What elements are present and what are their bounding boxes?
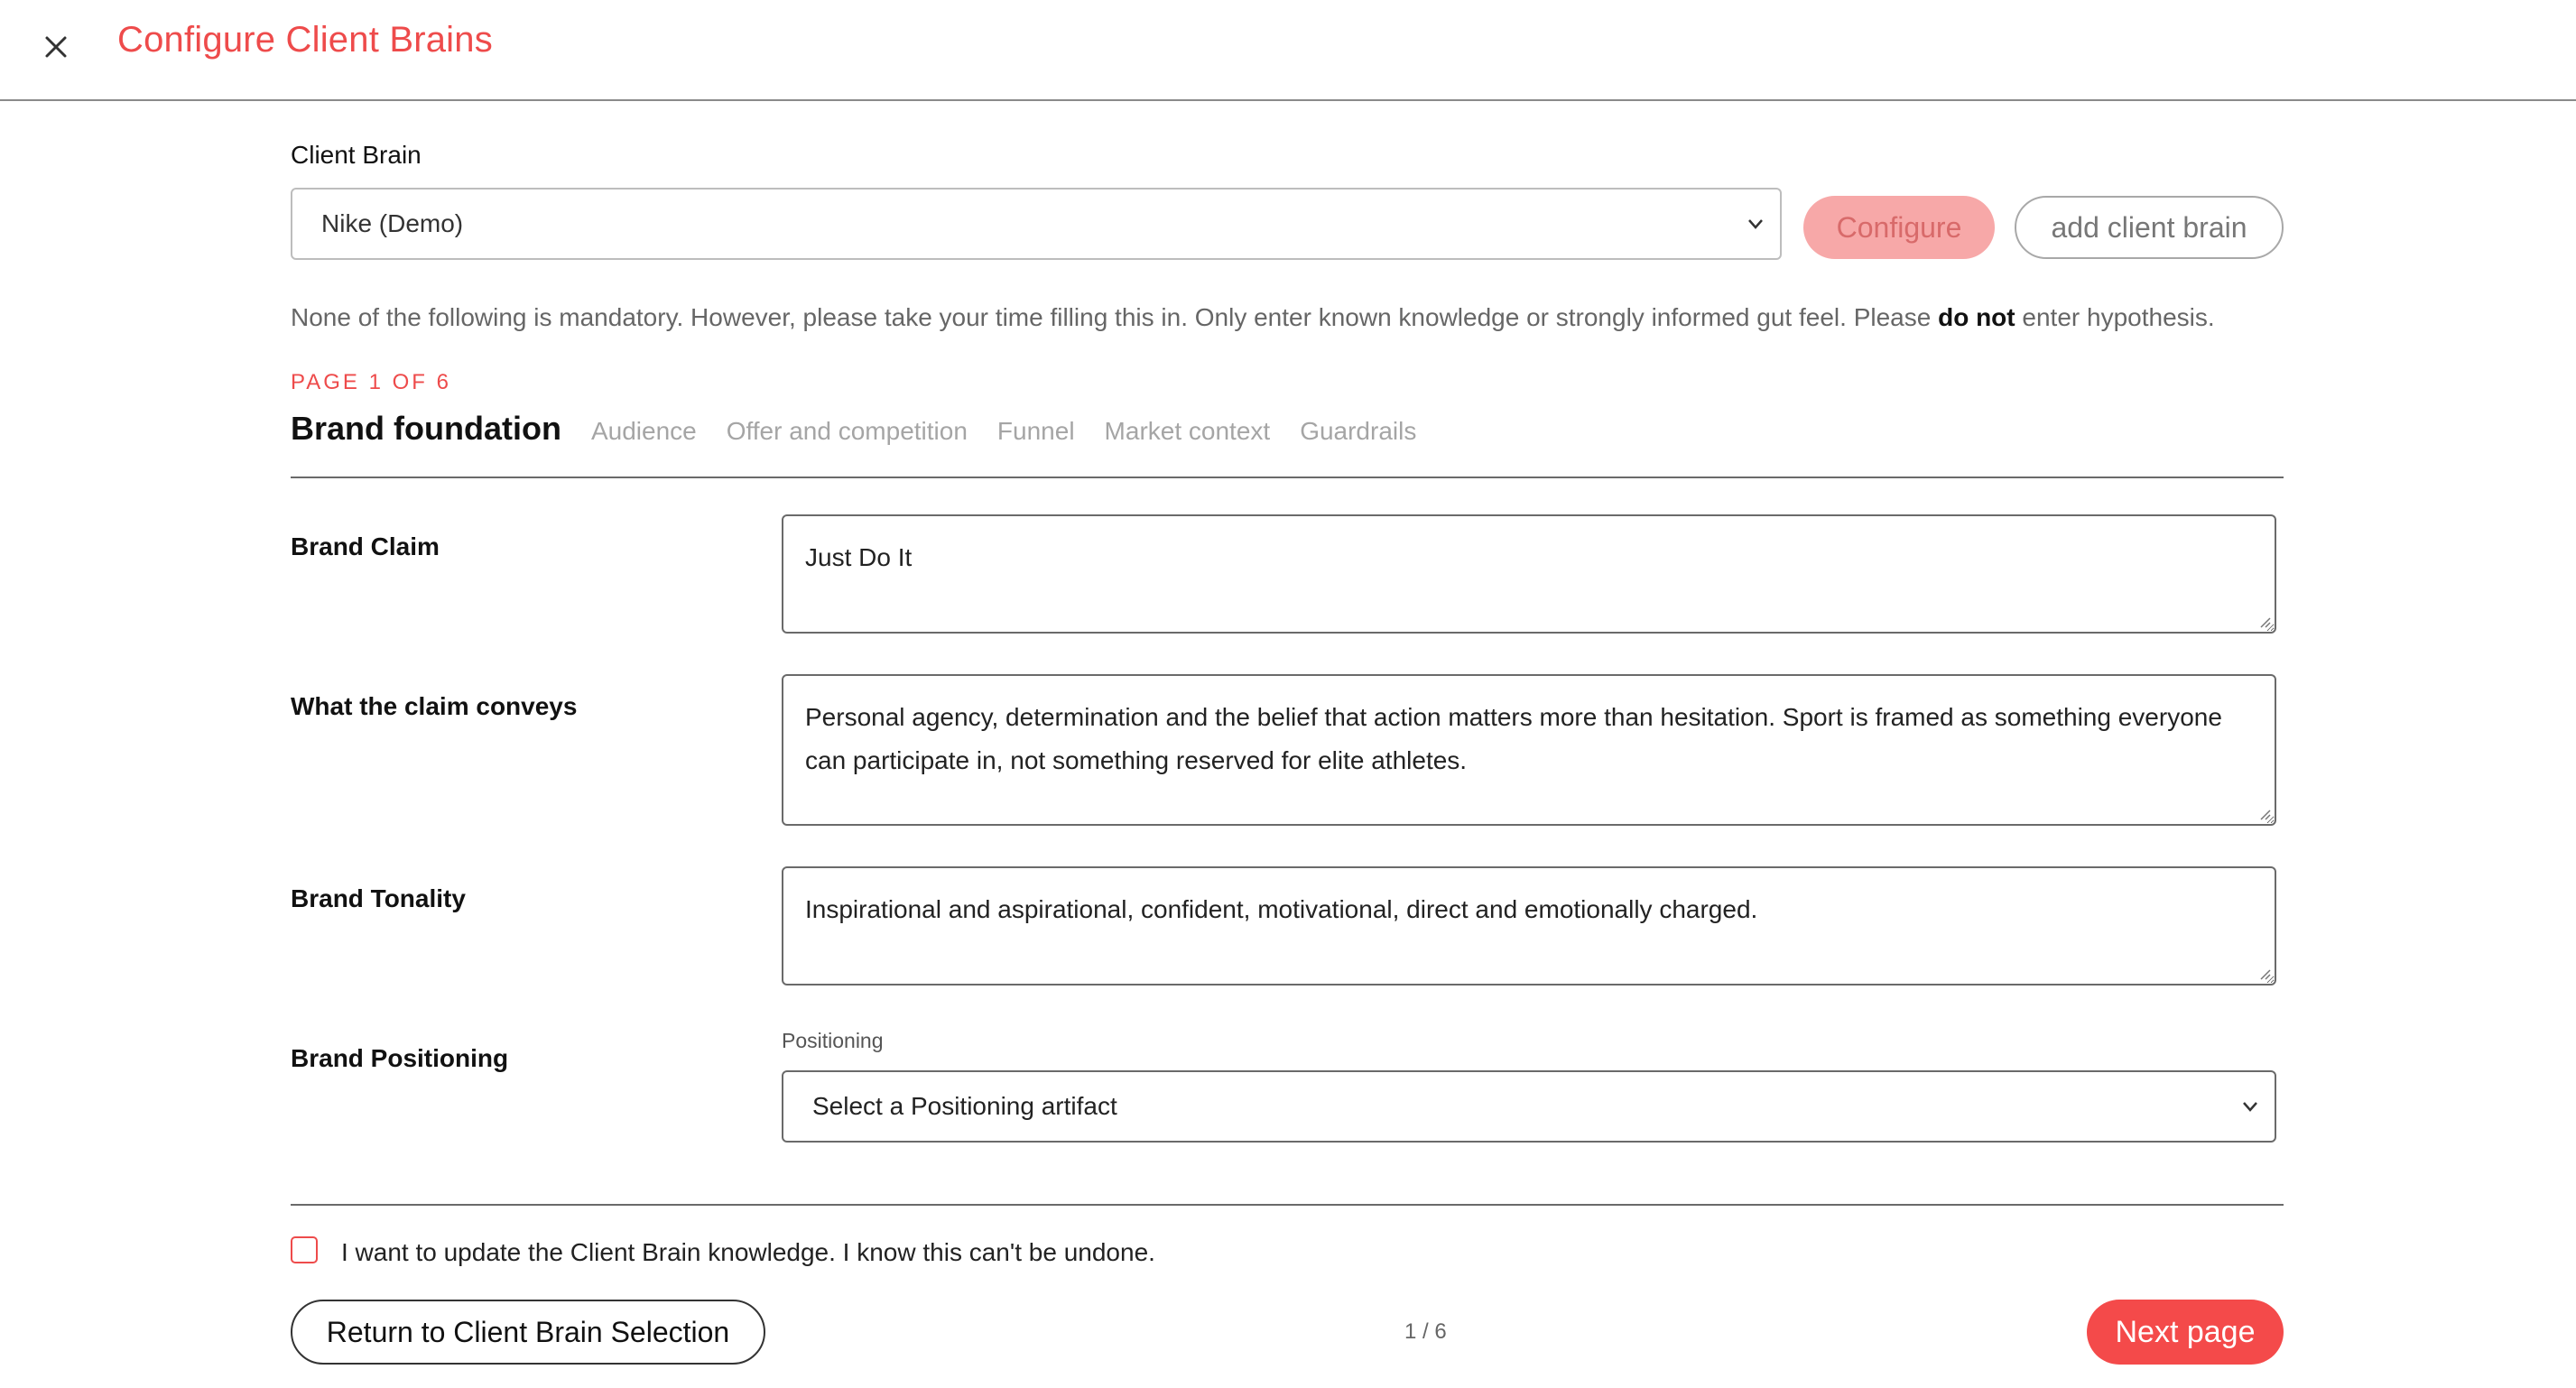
- client-brain-label: Client Brain: [291, 141, 422, 169]
- footer-divider: [291, 1204, 2284, 1206]
- tab-guardrails[interactable]: Guardrails: [1300, 417, 1416, 446]
- confirm-update-checkbox[interactable]: [291, 1236, 318, 1263]
- brand-tonality-input[interactable]: Inspirational and aspirational, confiden…: [782, 866, 2276, 985]
- pager-text: 1 / 6: [1404, 1319, 1447, 1344]
- positioning-sublabel: Positioning: [782, 1029, 884, 1052]
- instructions-text-end: enter hypothesis.: [2015, 303, 2215, 331]
- chevron-down-icon: [1748, 219, 1763, 229]
- confirm-update-label: I want to update the Client Brain knowle…: [341, 1238, 1155, 1266]
- header-bar: Configure Client Brains: [0, 0, 2576, 101]
- add-client-brain-button[interactable]: add client brain: [2015, 196, 2284, 259]
- brand-tonality-value: Inspirational and aspirational, confiden…: [805, 895, 1758, 923]
- claim-conveys-value: Personal agency, determination and the b…: [805, 703, 2222, 774]
- page-title: Configure Client Brains: [117, 20, 493, 60]
- configure-button[interactable]: Configure: [1803, 196, 1995, 259]
- page-indicator: PAGE 1 OF 6: [291, 370, 451, 394]
- tabs-divider: [291, 477, 2284, 478]
- brand-tonality-label: Brand Tonality: [291, 884, 466, 912]
- section-tabs: Brand foundation Audience Offer and comp…: [291, 410, 1446, 448]
- brand-positioning-label: Brand Positioning: [291, 1044, 509, 1072]
- brand-claim-label: Brand Claim: [291, 532, 440, 560]
- client-brain-selected-value: Nike (Demo): [321, 209, 464, 237]
- instructions-text: None of the following is mandatory. Howe…: [291, 303, 2215, 332]
- resize-handle-icon[interactable]: [2256, 614, 2271, 628]
- tab-brand-foundation[interactable]: Brand foundation: [291, 410, 561, 448]
- tab-audience[interactable]: Audience: [591, 417, 697, 446]
- chevron-down-icon: [2243, 1102, 2257, 1112]
- positioning-select[interactable]: Select a Positioning artifact: [782, 1070, 2276, 1143]
- return-to-selection-button[interactable]: Return to Client Brain Selection: [291, 1300, 765, 1365]
- tab-market-context[interactable]: Market context: [1105, 417, 1271, 446]
- resize-handle-icon[interactable]: [2256, 966, 2271, 980]
- close-icon[interactable]: [36, 27, 76, 67]
- instructions-text-start: None of the following is mandatory. Howe…: [291, 303, 1939, 331]
- tab-offer-and-competition[interactable]: Offer and competition: [727, 417, 968, 446]
- client-brain-select[interactable]: Nike (Demo): [291, 188, 1782, 260]
- next-page-button[interactable]: Next page: [2087, 1300, 2284, 1365]
- instructions-emphasis: do not: [1938, 303, 2015, 331]
- resize-handle-icon[interactable]: [2256, 806, 2271, 820]
- brand-claim-input[interactable]: Just Do It: [782, 514, 2276, 634]
- tab-funnel[interactable]: Funnel: [997, 417, 1075, 446]
- brand-claim-value: Just Do It: [805, 543, 913, 571]
- claim-conveys-input[interactable]: Personal agency, determination and the b…: [782, 674, 2276, 826]
- positioning-select-placeholder: Select a Positioning artifact: [812, 1092, 1117, 1120]
- claim-conveys-label: What the claim conveys: [291, 692, 578, 720]
